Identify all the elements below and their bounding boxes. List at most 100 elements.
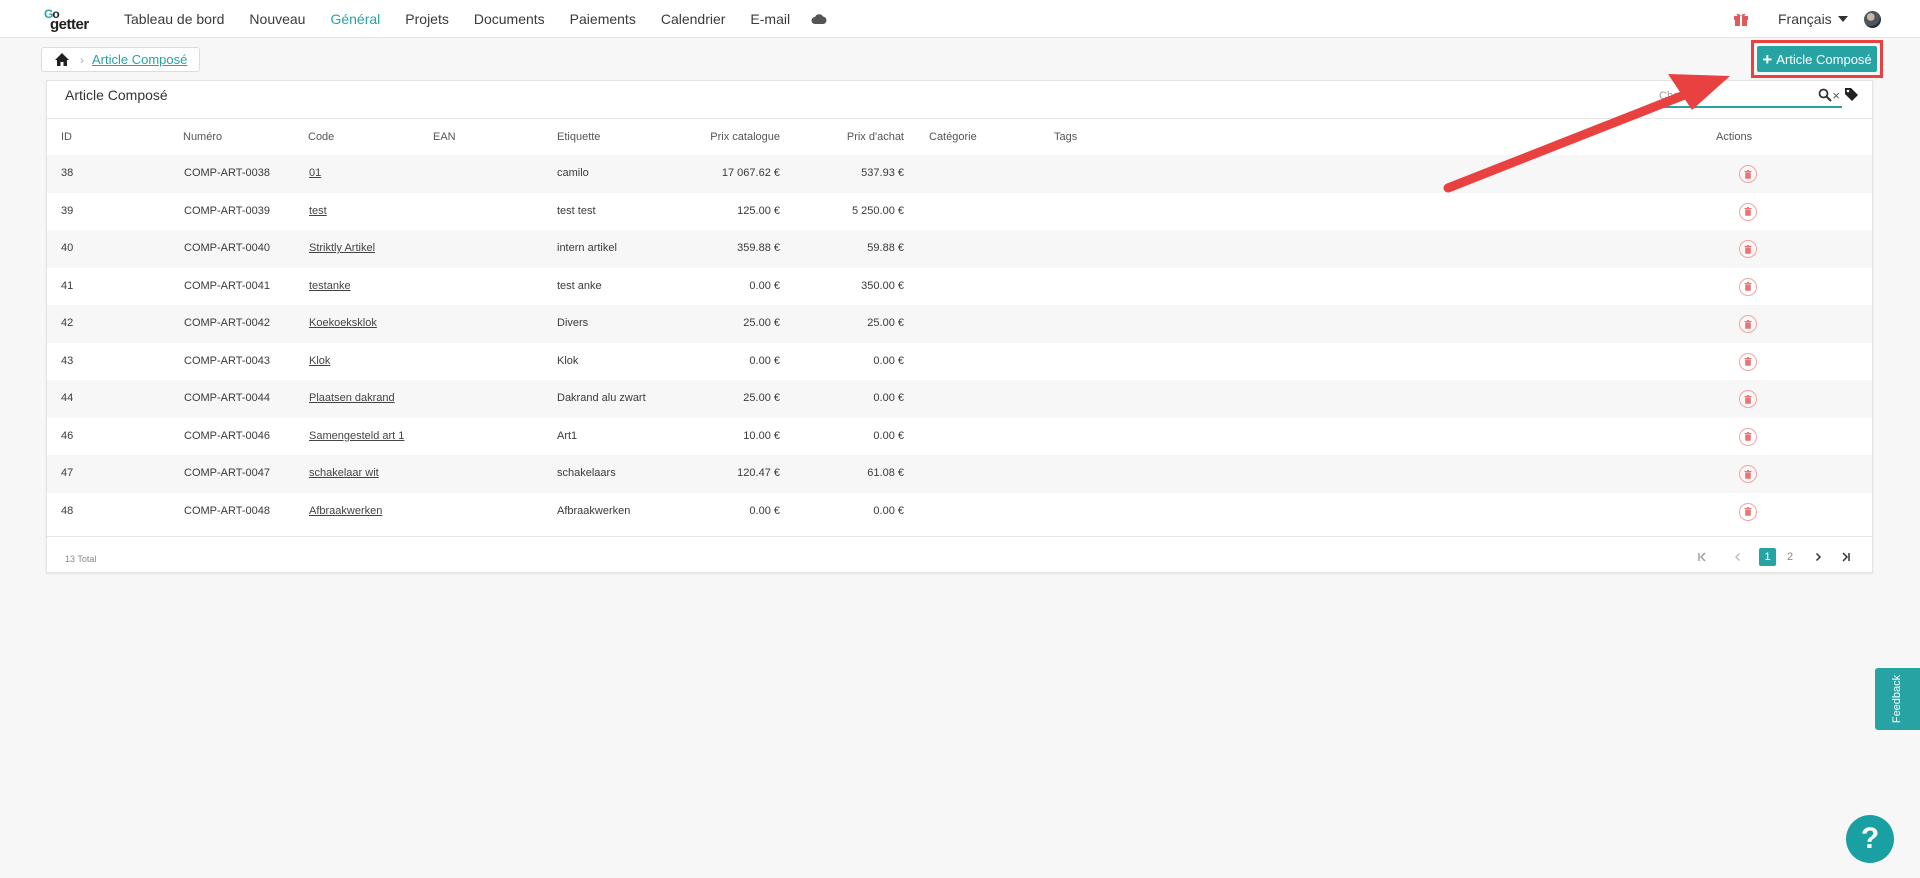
divider: [47, 536, 1872, 537]
search-input[interactable]: [1659, 86, 1819, 106]
cell-numero: COMP-ART-0044: [184, 392, 270, 404]
cell-code[interactable]: test: [309, 205, 327, 217]
cell-prix-achat: 5 250.00 €: [852, 204, 904, 217]
clear-icon[interactable]: ×: [1832, 88, 1840, 103]
cell-code[interactable]: Plaatsen dakrand: [309, 392, 395, 404]
breadcrumb-current[interactable]: Article Composé: [92, 52, 187, 67]
cell-id: 38: [61, 167, 74, 179]
nav-item[interactable]: Nouveau: [249, 11, 305, 27]
nav-item[interactable]: Documents: [474, 11, 545, 27]
column-header[interactable]: Prix catalogue: [710, 131, 780, 143]
cell-id: 40: [61, 242, 74, 254]
search-icon[interactable]: [1818, 88, 1832, 102]
delete-button[interactable]: [1739, 352, 1757, 371]
cell-id: 43: [61, 354, 74, 367]
cell-etiquette: camilo: [557, 167, 589, 179]
page-2-button[interactable]: 2: [1783, 548, 1797, 566]
nav-item[interactable]: Tableau de bord: [124, 11, 224, 27]
add-button-label: Article Composé: [1776, 51, 1872, 67]
cell-code[interactable]: Samengesteld art 1: [309, 430, 404, 442]
top-navbar: Go getter Tableau de bord Nouveau Général P…: [0, 0, 1920, 38]
cell-prix-achat: 350.00 €: [861, 279, 904, 292]
cell-code[interactable]: schakelaar wit: [309, 467, 379, 479]
cell-numero: COMP-ART-0043: [184, 354, 270, 367]
next-page-button[interactable]: [1811, 548, 1825, 566]
cell-code[interactable]: Koekoeksklok: [309, 317, 377, 329]
table-row[interactable]: 38 COMP-ART-0038 01 camilo 17 067.62 € 537.93…: [47, 155, 1872, 193]
cell-code[interactable]: 01: [309, 167, 321, 179]
gift-icon[interactable]: [1733, 11, 1749, 27]
nav-item[interactable]: Calendrier: [661, 11, 726, 27]
trash-icon: [1744, 282, 1752, 291]
cell-id: 48: [61, 504, 74, 517]
delete-button[interactable]: [1739, 240, 1757, 258]
delete-button[interactable]: [1739, 202, 1757, 221]
nav-item[interactable]: Projets: [405, 11, 449, 27]
table-row[interactable]: 46 COMP-ART-0046 Samengesteld art 1 Art1 10.…: [47, 418, 1872, 456]
cell-prix-catalogue: 0.00 €: [749, 504, 780, 517]
tag-icon[interactable]: [1844, 87, 1859, 102]
delete-button[interactable]: [1739, 465, 1757, 483]
gogetter-logo[interactable]: Go getter: [44, 7, 100, 33]
nav-item[interactable]: E-mail: [750, 11, 790, 27]
cell-id: 41: [61, 279, 74, 292]
breadcrumb: › Article Composé: [41, 47, 201, 72]
table-row[interactable]: 40 COMP-ART-0040 Striktly Artikel intern ar…: [47, 230, 1872, 268]
trash-icon: [1744, 394, 1752, 404]
table-row[interactable]: 43 COMP-ART-0043 Klok Klok 0.00 € 0.00 €: [47, 343, 1872, 381]
cell-code[interactable]: Striktly Artikel: [309, 242, 375, 254]
table-row[interactable]: 47 COMP-ART-0047 schakelaar wit schakelaars…: [47, 455, 1872, 493]
user-avatar[interactable]: [1864, 11, 1881, 28]
cell-etiquette: test test: [557, 204, 596, 217]
language-selector[interactable]: Français: [1778, 0, 1848, 38]
cell-id: 39: [61, 204, 74, 217]
cell-code[interactable]: Klok: [309, 355, 330, 367]
add-article-compose-button[interactable]: + Article Composé: [1757, 46, 1877, 72]
delete-button[interactable]: [1739, 502, 1757, 521]
nav-item[interactable]: Général: [330, 11, 380, 27]
cell-id: 42: [61, 317, 74, 329]
cell-numero: COMP-ART-0039: [184, 204, 270, 217]
first-page-button[interactable]: [1695, 548, 1709, 566]
cell-numero: COMP-ART-0040: [184, 242, 270, 254]
column-header[interactable]: ID: [61, 131, 72, 143]
column-header[interactable]: Actions: [1716, 131, 1752, 143]
nav-item[interactable]: Paiements: [570, 11, 636, 27]
delete-button[interactable]: [1739, 165, 1757, 183]
table-row[interactable]: 41 COMP-ART-0041 testanke test anke 0.00 € 35…: [47, 268, 1872, 306]
column-header[interactable]: Etiquette: [557, 131, 600, 143]
delete-button[interactable]: [1739, 277, 1757, 296]
column-header[interactable]: Code: [308, 131, 334, 143]
last-page-button[interactable]: [1839, 548, 1853, 566]
cell-prix-catalogue: 25.00 €: [743, 392, 780, 404]
cell-prix-catalogue: 0.00 €: [749, 279, 780, 292]
breadcrumb-separator: ›: [80, 52, 84, 67]
table-row[interactable]: 48 COMP-ART-0048 Afbraakwerken Afbraakwerke…: [47, 493, 1872, 531]
cell-prix-catalogue: 120.47 €: [737, 467, 780, 479]
home-icon[interactable]: [54, 52, 70, 67]
feedback-tab[interactable]: Feedback: [1875, 668, 1920, 730]
page-1-button[interactable]: 1: [1759, 548, 1776, 566]
cloud-icon[interactable]: [811, 14, 827, 24]
search-field: ×: [1659, 86, 1842, 108]
trash-icon: [1744, 432, 1752, 441]
delete-button[interactable]: [1739, 427, 1757, 446]
cell-prix-achat: 0.00 €: [873, 392, 904, 404]
column-header[interactable]: Catégorie: [929, 131, 977, 143]
help-button[interactable]: ?: [1846, 815, 1894, 863]
column-header[interactable]: Prix d'achat: [847, 131, 904, 143]
table-row[interactable]: 39 COMP-ART-0039 test test test 125.00 € 5 25…: [47, 193, 1872, 231]
cell-etiquette: Divers: [557, 317, 589, 329]
prev-page-button[interactable]: [1731, 548, 1745, 566]
total-count: 13 Total: [65, 554, 97, 564]
cell-etiquette: Afbraakwerken: [557, 504, 631, 517]
table-row[interactable]: 42 COMP-ART-0042 Koekoeksklok Divers 25.00 €…: [47, 305, 1872, 343]
column-header[interactable]: Numéro: [183, 131, 222, 143]
cell-code[interactable]: Afbraakwerken: [309, 505, 382, 517]
table-row[interactable]: 44 COMP-ART-0044 Plaatsen dakrand Dakrand a…: [47, 380, 1872, 418]
delete-button[interactable]: [1739, 390, 1757, 408]
column-header[interactable]: Tags: [1054, 131, 1077, 143]
column-header[interactable]: EAN: [433, 131, 456, 143]
delete-button[interactable]: [1739, 315, 1757, 333]
cell-code[interactable]: testanke: [309, 280, 351, 292]
